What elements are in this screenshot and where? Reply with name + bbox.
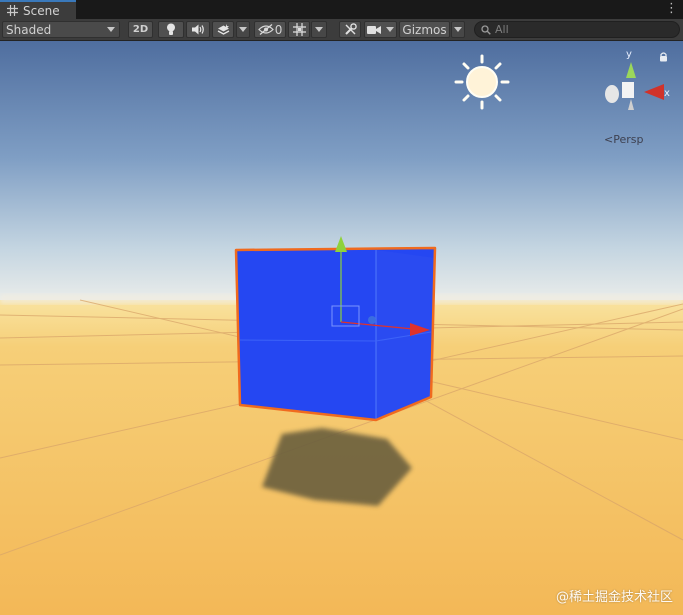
- camera-icon: [367, 25, 382, 34]
- audio-toggle-button[interactable]: [186, 21, 210, 38]
- scene-visibility-toggle[interactable]: 0: [254, 21, 286, 38]
- hidden-object-count: 0: [274, 22, 283, 37]
- chevron-down-icon: [385, 27, 394, 32]
- effects-dropdown-button[interactable]: [236, 21, 250, 38]
- shading-mode-dropdown[interactable]: Shaded: [2, 21, 120, 38]
- tab-label: Scene: [23, 3, 60, 18]
- y-axis-label: y: [626, 49, 632, 60]
- camera-settings-button[interactable]: [364, 21, 397, 38]
- speaker-icon: [192, 24, 204, 35]
- chevron-down-icon: [107, 27, 115, 32]
- grid-snap-icon: [292, 23, 306, 36]
- search-icon: [481, 24, 491, 35]
- grid-dropdown-button[interactable]: [311, 21, 327, 38]
- lighting-toggle-button[interactable]: [158, 21, 184, 38]
- tab-bar: Scene ⋮: [0, 0, 683, 19]
- chevron-down-icon: [454, 27, 462, 32]
- projection-label[interactable]: <Persp: [604, 133, 643, 146]
- 2d-mode-button[interactable]: 2D: [128, 21, 153, 38]
- lock-icon[interactable]: [659, 52, 668, 62]
- gizmos-button[interactable]: Gizmos: [399, 21, 450, 38]
- gizmos-label: Gizmos: [402, 22, 447, 37]
- scene-viewport[interactable]: y x <Persp @稀土掘金技术社区: [0, 41, 683, 615]
- grid-icon: [7, 5, 18, 16]
- gizmos-dropdown-button[interactable]: [451, 21, 465, 38]
- 2d-mode-label: 2D: [132, 24, 149, 35]
- chevron-down-icon: [315, 27, 323, 32]
- effects-toggle-button[interactable]: [212, 21, 234, 38]
- selected-cube[interactable]: [234, 246, 437, 422]
- scene-window: Scene ⋮ Shaded 2D 0 Gizmos All y x <Pers…: [0, 0, 683, 615]
- scene-render[interactable]: y x: [0, 41, 683, 615]
- z-axis-handle: [368, 316, 376, 324]
- more-options-icon[interactable]: ⋮: [665, 2, 678, 16]
- grid-toggle-button[interactable]: [288, 21, 310, 38]
- hidden-eye-icon: [257, 24, 274, 35]
- tab-scene[interactable]: Scene: [0, 0, 76, 19]
- effects-layers-icon: [217, 23, 229, 35]
- x-axis-label: x: [664, 88, 670, 99]
- wrench-icon: [344, 23, 357, 35]
- chevron-down-icon: [239, 27, 247, 32]
- scene-search-field[interactable]: [474, 21, 680, 38]
- lightbulb-icon: [167, 23, 175, 35]
- scene-toolbar: Shaded 2D 0 Gizmos All: [0, 19, 683, 41]
- watermark-text: @稀土掘金技术社区: [555, 590, 673, 605]
- search-input[interactable]: [491, 23, 665, 36]
- tools-button[interactable]: [339, 21, 361, 38]
- shading-mode-value: Shaded: [6, 22, 52, 37]
